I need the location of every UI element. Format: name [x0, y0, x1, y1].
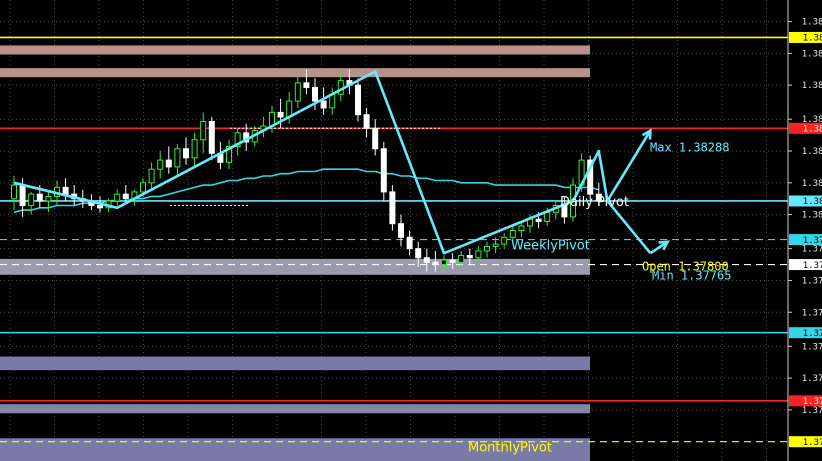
candle-body	[97, 205, 103, 209]
price-level-tag-label: 1.3780	[803, 261, 822, 271]
candle-body	[355, 84, 361, 116]
price-axis-background	[788, 0, 822, 461]
candle-body	[11, 184, 17, 200]
candle-body	[432, 261, 439, 266]
candle-body	[277, 111, 284, 118]
price-zone	[0, 45, 590, 55]
annotation-label: Daily Pivot	[560, 195, 629, 210]
annotation-label: MonthlyPivot	[468, 441, 552, 456]
price-tick-label: 1.3730	[802, 374, 822, 384]
candle-body	[544, 211, 551, 222]
candle-body	[415, 248, 422, 259]
candle-body	[208, 120, 215, 154]
candle-body	[312, 86, 318, 102]
candle-body	[140, 182, 146, 193]
candle-body	[28, 193, 35, 207]
candle-body	[122, 193, 129, 200]
candle-body	[389, 191, 396, 225]
price-axis[interactable]: 1.38871.38731.38591.38441.38301.38161.38…	[787, 0, 822, 461]
candle-body	[423, 257, 430, 263]
price-zone	[0, 68, 590, 78]
candle-body	[492, 243, 499, 247]
candle-body	[303, 82, 310, 88]
candle-body	[191, 139, 198, 159]
price-tick-label: 1.3787	[802, 245, 822, 255]
candle-body	[535, 218, 542, 222]
candle-body	[320, 100, 327, 109]
price-level-tag-label: 1.3808	[803, 197, 822, 207]
candle-body	[19, 184, 26, 207]
candle-body	[518, 225, 525, 232]
price-tick-label: 1.3816	[802, 179, 822, 189]
candle-body	[174, 148, 181, 168]
candle-body	[398, 223, 404, 238]
annotation-label: WeeklyPivot	[511, 239, 590, 254]
price-tick-label: 1.3887	[802, 18, 822, 28]
price-tick-label: 1.3773	[802, 276, 822, 286]
price-level-tag-label: 1.3791	[803, 236, 822, 246]
price-tick-label: 1.3802	[802, 211, 822, 221]
candle-body	[484, 245, 490, 252]
candle-body	[458, 254, 465, 263]
price-zone	[0, 404, 590, 414]
candle-body	[501, 236, 508, 245]
candle-body	[36, 193, 43, 202]
candle-body	[165, 159, 172, 168]
candle-body	[509, 230, 516, 238]
price-tick-label: 1.3859	[802, 81, 822, 91]
annotation-label: Max 1.38288	[650, 141, 729, 155]
candle-body	[114, 193, 121, 202]
price-level-tag-label: 1.3702	[803, 438, 822, 448]
price-tick-label: 1.3873	[802, 49, 822, 59]
price-level-tag-label: 1.3750	[803, 329, 822, 339]
candle-body	[62, 186, 69, 195]
candle-body	[200, 120, 207, 141]
price-level-tag-label: 1.3840	[803, 125, 822, 135]
candle-body	[157, 159, 164, 170]
price-tick-label: 1.3830	[802, 147, 822, 157]
candle-body	[372, 127, 379, 150]
price-tick-label: 1.3759	[802, 308, 822, 318]
candle-body	[363, 114, 370, 129]
price-zone	[0, 356, 590, 371]
candle-body	[441, 259, 447, 266]
price-level-tag-label: 1.3880	[803, 34, 822, 44]
price-level-tag-label: 1.3720	[803, 397, 822, 407]
candle-body	[148, 168, 155, 184]
price-zone	[0, 258, 590, 275]
candle-body	[475, 250, 482, 259]
candle-body	[449, 259, 456, 263]
candle-body	[183, 148, 189, 159]
price-tick-label: 1.3744	[802, 342, 822, 352]
candle-body	[406, 236, 413, 250]
annotation-label: Min 1.37765	[652, 269, 731, 283]
price-chart[interactable]: Max 1.38288Open 1.37800Min 1.37765Daily …	[0, 0, 822, 461]
candle-body	[294, 82, 301, 102]
candle-body	[380, 148, 387, 193]
price-tick-label: 1.3716	[802, 406, 822, 416]
candle-body	[45, 195, 52, 202]
candle-body	[466, 254, 473, 259]
